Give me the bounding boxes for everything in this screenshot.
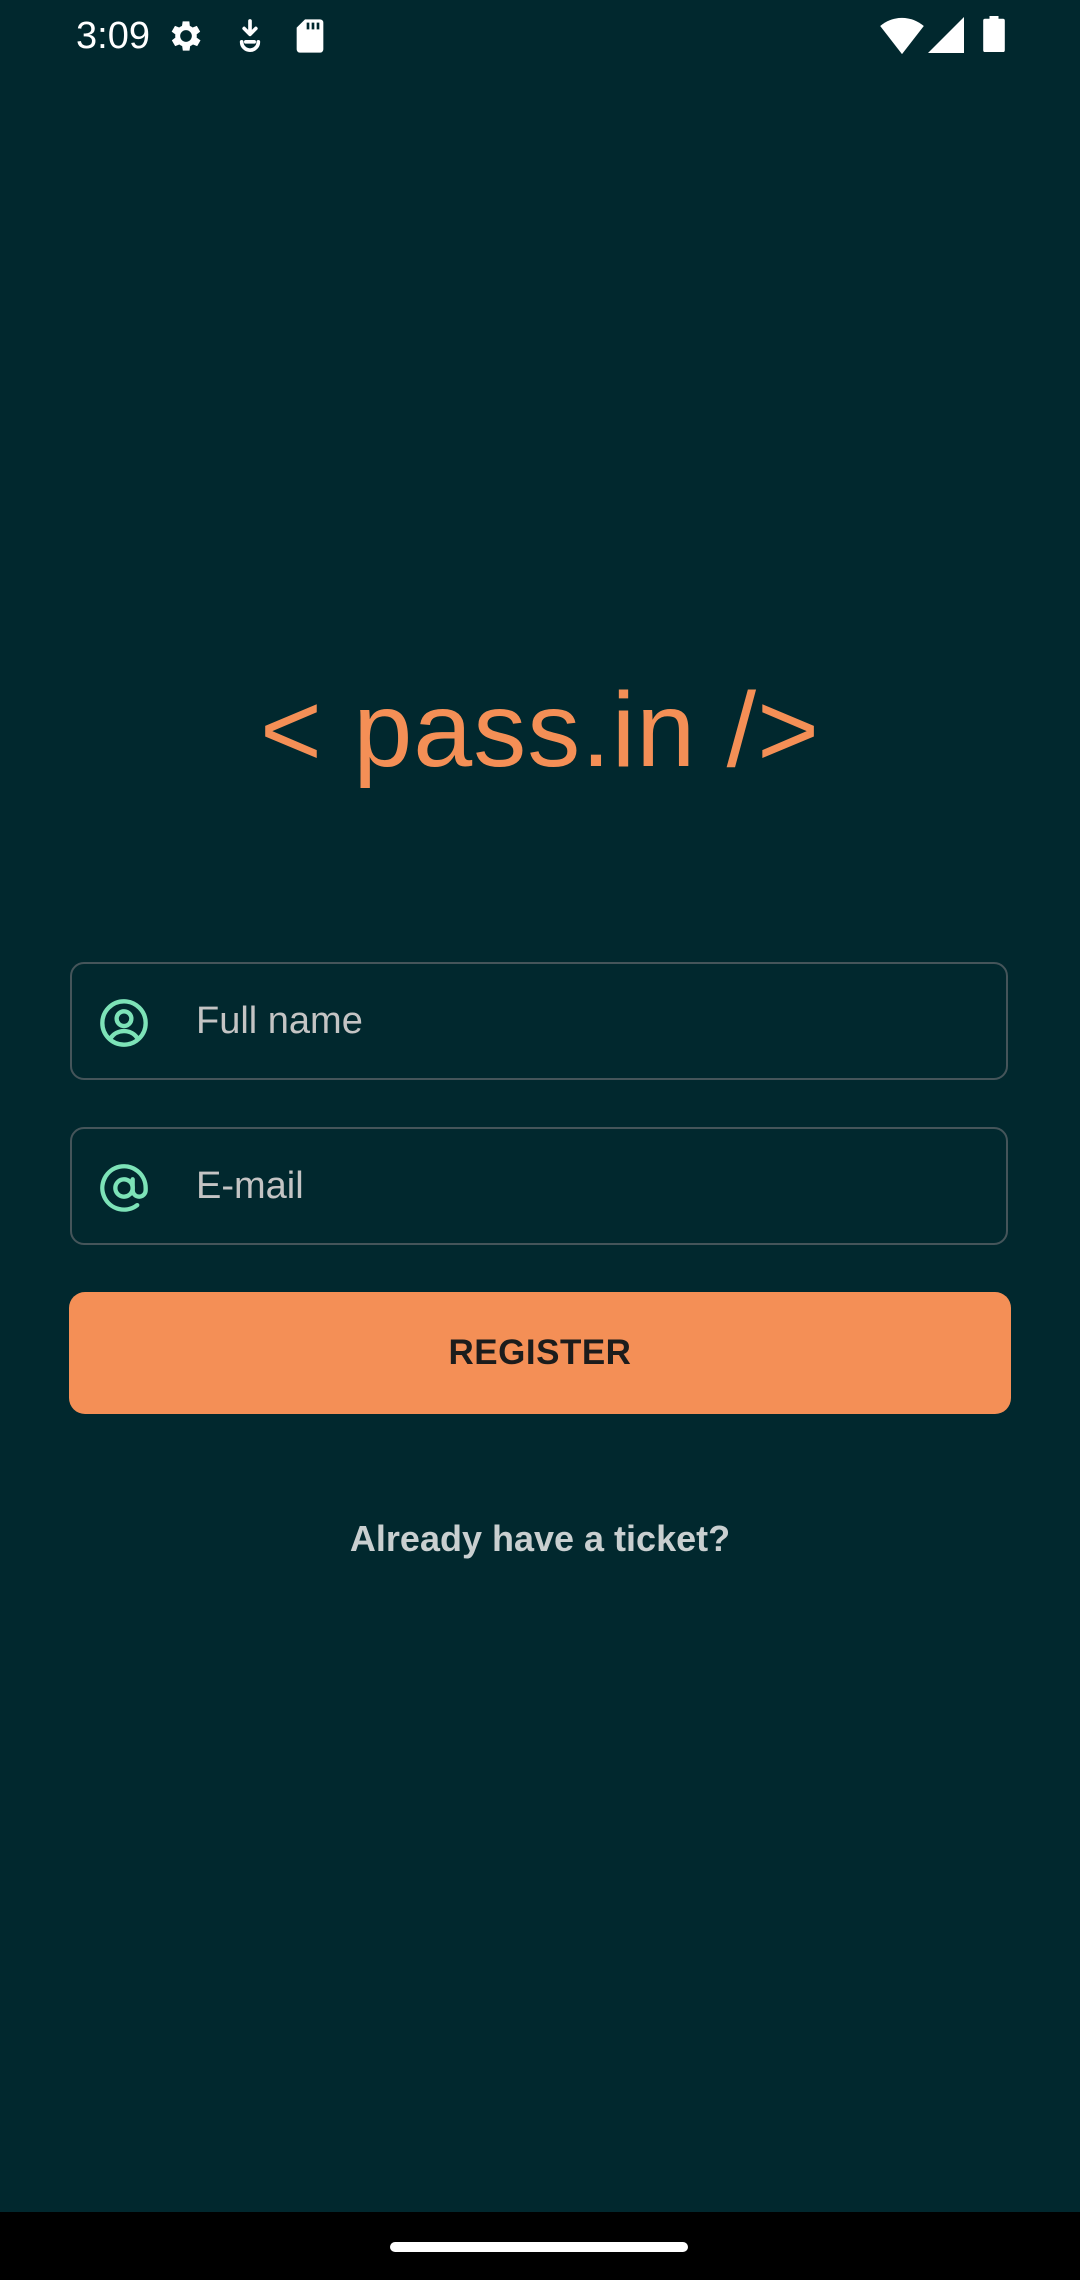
status-bar: 3:09 bbox=[0, 0, 1080, 72]
register-button[interactable]: REGISTER bbox=[69, 1292, 1011, 1414]
download-icon bbox=[230, 16, 270, 56]
user-circle-icon bbox=[98, 997, 150, 1049]
register-screen: 3:09 < pass.in /> Full name E-mail REGIS… bbox=[0, 0, 1080, 2280]
app-logo: < pass.in /> bbox=[259, 671, 820, 789]
already-have-ticket-link[interactable]: Already have a ticket? bbox=[0, 1512, 1080, 1566]
navigation-bar bbox=[0, 2212, 1080, 2280]
full-name-input[interactable] bbox=[196, 964, 976, 1078]
home-gesture-handle[interactable] bbox=[390, 2242, 688, 2252]
battery-icon bbox=[982, 16, 1006, 52]
email-input[interactable] bbox=[196, 1129, 976, 1243]
full-name-field[interactable] bbox=[70, 962, 1008, 1080]
status-time: 3:09 bbox=[76, 15, 150, 57]
gear-icon bbox=[166, 16, 206, 56]
at-sign-icon bbox=[98, 1162, 150, 1214]
wifi-icon bbox=[880, 16, 924, 56]
sd-card-icon bbox=[290, 16, 330, 56]
email-field[interactable] bbox=[70, 1127, 1008, 1245]
signal-icon bbox=[928, 16, 964, 54]
